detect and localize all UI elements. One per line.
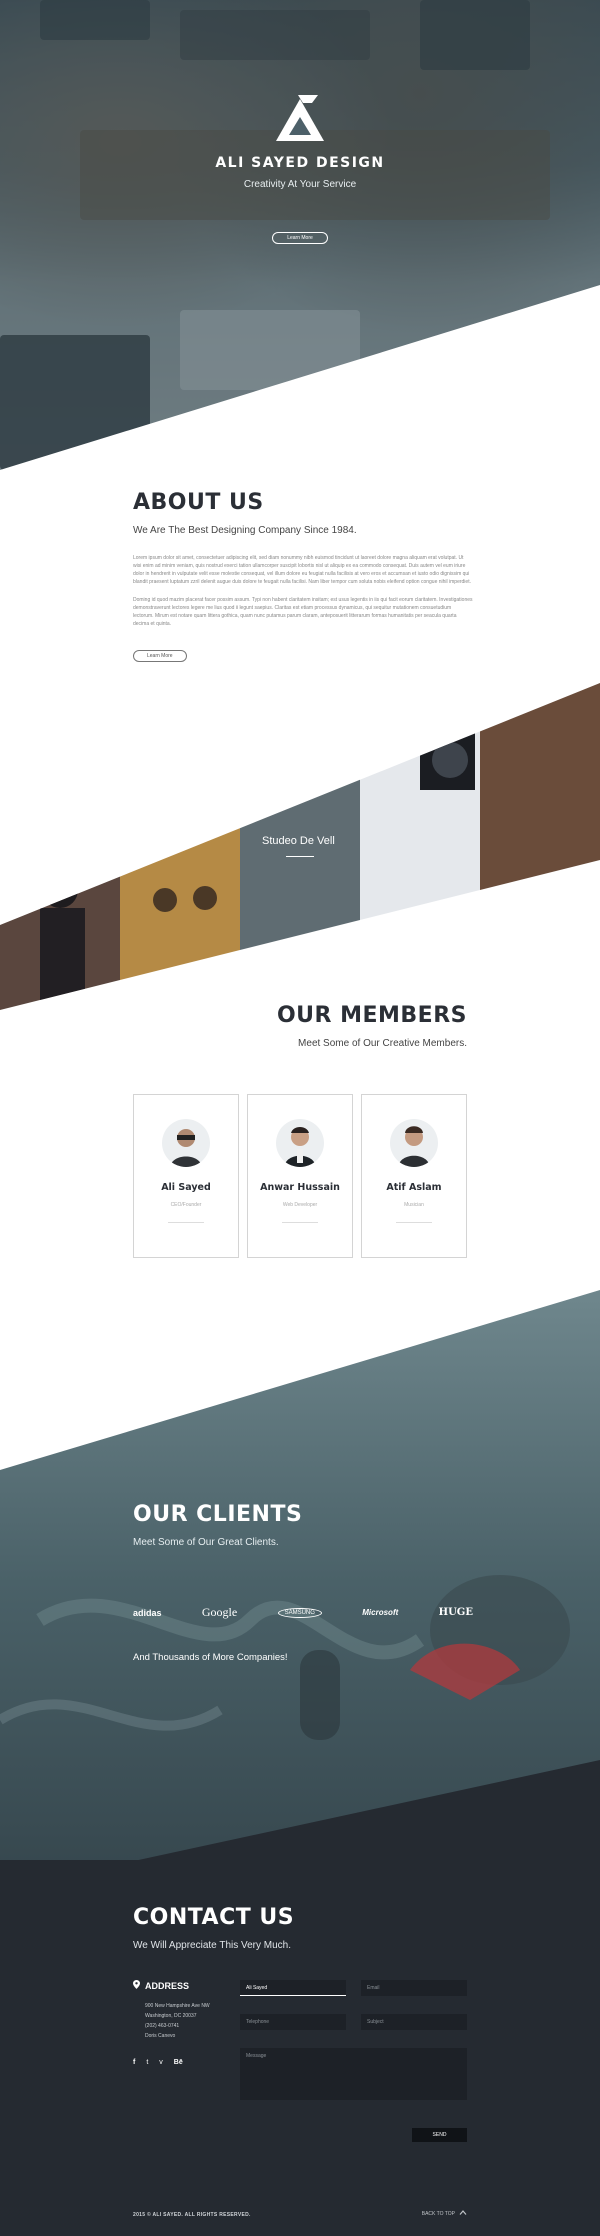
- about-subtitle: We Are The Best Designing Company Since …: [133, 525, 357, 536]
- client-logo-microsoft: Microsoft: [362, 1608, 399, 1617]
- client-logo-google: Google: [201, 1605, 238, 1619]
- back-to-top-label: BACK TO TOP: [421, 2210, 455, 2217]
- strip-label-underline: [286, 856, 314, 857]
- clients-subtitle: Meet Some of Our Great Clients.: [133, 1537, 279, 1548]
- name-field[interactable]: Ali Sayed: [240, 1980, 346, 1996]
- contact-subtitle: We Will Appreciate This Very Much.: [133, 1940, 292, 1951]
- member-card[interactable]: Ali Sayed CEO/Founder: [133, 1094, 239, 1258]
- address-line: (202) 463-0741: [145, 2023, 180, 2029]
- member-card[interactable]: Anwar Hussain Web Developer: [247, 1094, 353, 1258]
- strip-label: Studeo De Vell: [262, 835, 335, 847]
- member-name: Atif Aslam: [386, 1182, 442, 1193]
- strip-photo-couple: [193, 886, 217, 910]
- avatar: [162, 1119, 210, 1167]
- about-section: ABOUT US We Are The Best Designing Compa…: [133, 490, 473, 662]
- behance-icon[interactable]: Bē: [174, 2059, 183, 2066]
- chevron-up-icon: [459, 2210, 467, 2217]
- about-paragraph-2: Doming id quod mazim placerat facer poss…: [133, 597, 473, 627]
- vimeo-icon[interactable]: v: [159, 2059, 163, 2066]
- member-role: CEO/Founder: [170, 1202, 202, 1208]
- address-line: 900 New Hampshire Ave NW: [145, 2003, 210, 2009]
- members-title: OUR MEMBERS: [276, 1003, 467, 1028]
- contact-header: CONTACT US We Will Appreciate This Very …: [133, 1905, 294, 1951]
- clients-section-bg: [0, 1290, 600, 1910]
- contact-title: CONTACT US: [133, 1905, 295, 1930]
- strip-photo-couple: [153, 888, 177, 912]
- strip-photo-silhouette: [42, 872, 78, 908]
- send-button[interactable]: SEND: [412, 2128, 467, 2142]
- address-title: ADDRESS: [145, 1980, 190, 1991]
- map-pin-icon: [133, 1980, 140, 1991]
- address-heading: ADDRESS: [133, 1980, 228, 1991]
- card-divider: [168, 1222, 204, 1223]
- social-links: f t v Bē: [133, 2059, 228, 2066]
- page: ALI SAYED DESIGN Creativity At Your Serv…: [0, 0, 600, 2236]
- about-title: ABOUT US: [133, 490, 264, 515]
- address-lines: 900 New Hampshire Ave NW Washington, DC …: [145, 2003, 228, 2039]
- subject-field[interactable]: Subject: [361, 2014, 467, 2030]
- strip-photo-bench: [120, 683, 240, 1010]
- strip-photo-silhouette: [40, 908, 85, 1008]
- card-divider: [396, 1222, 432, 1223]
- client-logo-adidas: adidas: [133, 1607, 162, 1618]
- client-logos: adidas Google SAMSUNG Microsoft HUGE: [133, 1605, 473, 1620]
- facebook-icon[interactable]: f: [133, 2059, 135, 2066]
- strip-photo-laptop: [360, 683, 480, 1010]
- message-field[interactable]: Message: [240, 2048, 467, 2100]
- member-name: Anwar Hussain: [260, 1182, 340, 1193]
- member-name: Ali Sayed: [161, 1182, 211, 1193]
- twitter-icon[interactable]: t: [146, 2059, 148, 2066]
- address-block: ADDRESS 900 New Hampshire Ave NW Washing…: [133, 1980, 228, 2066]
- clients-more-text: And Thousands of More Companies!: [133, 1652, 288, 1663]
- telephone-field[interactable]: Telephone: [240, 2014, 346, 2030]
- client-logo-huge: HUGE: [438, 1607, 473, 1618]
- hero-diagonal-cut: [0, 285, 600, 480]
- back-to-top-link[interactable]: BACK TO TOP: [422, 2210, 467, 2217]
- address-line: Doris Canevo: [145, 2033, 176, 2039]
- member-role: Web Developer: [282, 1202, 318, 1208]
- member-card[interactable]: Atif Aslam Musician: [361, 1094, 467, 1258]
- members-header: OUR MEMBERS Meet Some of Our Creative Me…: [277, 1003, 467, 1049]
- member-role: Musician: [404, 1202, 424, 1208]
- avatar: [390, 1119, 438, 1167]
- member-cards: Ali Sayed CEO/Founder Anwar Hussain Web …: [133, 1094, 467, 1258]
- strip-photo-desk: [480, 683, 600, 1010]
- footer-copyright: 2015 © ALI SAYED. ALL RIGHTS RESERVED.: [133, 2212, 251, 2218]
- email-field[interactable]: Email: [361, 1980, 467, 1996]
- client-logo-samsung: SAMSUNG: [277, 1607, 322, 1618]
- clients-title: OUR CLIENTS: [133, 1502, 303, 1527]
- clients-header: OUR CLIENTS Meet Some of Our Great Clien…: [133, 1502, 473, 1548]
- address-line: Washington, DC 20037: [145, 2013, 197, 2019]
- card-divider: [282, 1222, 318, 1223]
- avatar: [276, 1119, 324, 1167]
- about-paragraph-1: Lorem ipsum dolor sit amet, consectetuer…: [133, 555, 471, 585]
- strip-photo-speaker: [432, 742, 468, 778]
- members-subtitle: Meet Some of Our Creative Members.: [298, 1038, 467, 1049]
